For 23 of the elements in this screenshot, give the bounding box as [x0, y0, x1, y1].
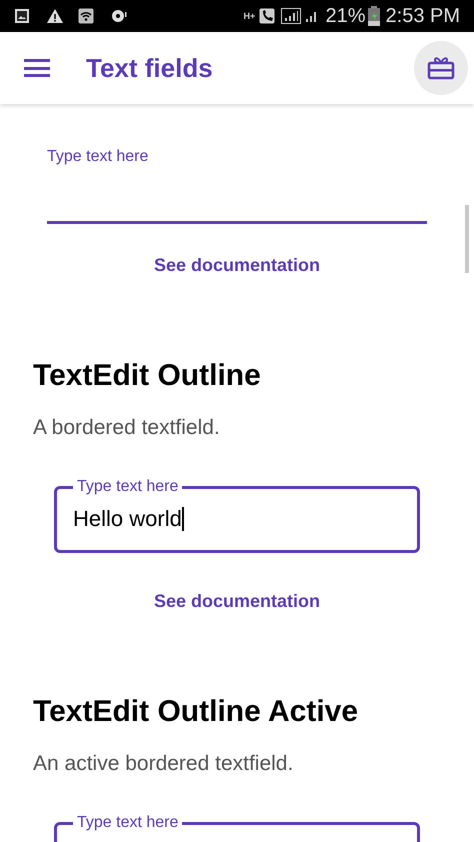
- battery-icon: [368, 6, 380, 26]
- section-heading: TextEdit Outline Active: [32, 694, 360, 730]
- warning-icon: [46, 8, 64, 24]
- image-icon: [14, 8, 30, 24]
- network-type: H+: [243, 12, 256, 20]
- wifi-icon: [78, 8, 94, 24]
- text-field[interactable]: Type text here Hello world: [54, 479, 420, 553]
- page-title: Text fields: [86, 52, 213, 84]
- menu-icon[interactable]: [24, 59, 50, 77]
- documentation-link[interactable]: See documentation: [154, 254, 320, 276]
- battery-percent: 21%: [325, 4, 366, 29]
- section-description: A bordered textfield.: [32, 415, 221, 441]
- gift-icon: [427, 56, 455, 80]
- phone-icon: [259, 8, 276, 24]
- clock: 2:53 PM: [386, 4, 460, 29]
- section-heading: TextEdit Outline: [32, 358, 262, 394]
- text-field[interactable]: Type text here: [54, 815, 420, 842]
- documentation-link[interactable]: See documentation: [154, 590, 320, 612]
- signal-icon: [281, 8, 302, 24]
- text-field[interactable]: Type text here: [47, 148, 427, 224]
- disc-icon: [110, 8, 128, 24]
- scrollbar[interactable]: [465, 205, 469, 273]
- section-description: An active bordered textfield.: [32, 751, 294, 777]
